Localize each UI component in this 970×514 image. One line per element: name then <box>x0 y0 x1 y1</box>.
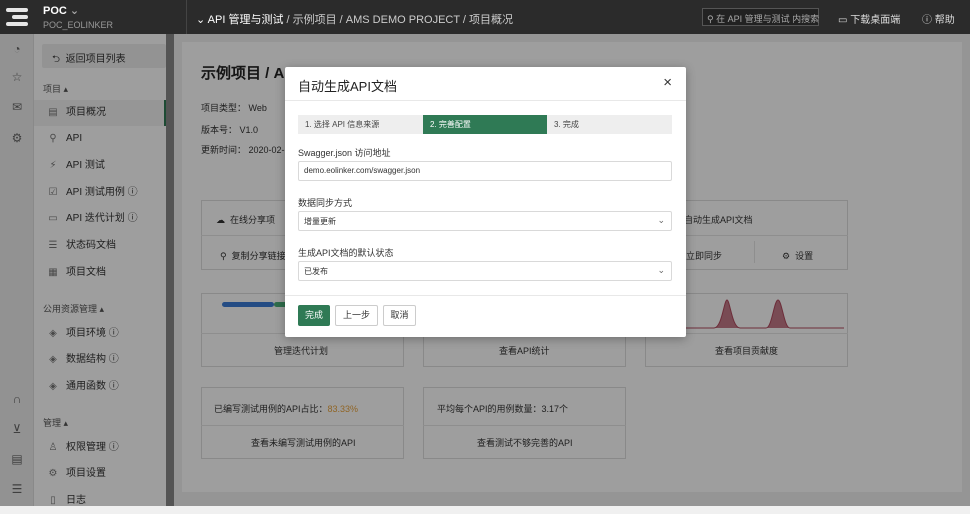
search-input[interactable]: ⚲ 在 API 管理与测试 内搜索 <box>702 8 819 26</box>
default-status-value: 已发布 <box>304 267 328 276</box>
prev-step-button[interactable]: 上一步 <box>335 305 378 326</box>
divider <box>285 100 686 101</box>
chevron-down-icon: ⌄ <box>69 5 80 17</box>
logo-icon <box>6 8 28 26</box>
nav-module-menu[interactable]: ⌄ API 管理与测试 <box>196 14 283 26</box>
breadcrumb: ⌄ API 管理与测试 / 示例项目 / AMS DEMO PROJECT / … <box>196 11 513 27</box>
help-link[interactable]: ⓘ 帮助 <box>922 11 955 26</box>
search-icon: ⚲ <box>707 14 714 24</box>
search-placeholder: 在 API 管理与测试 内搜索 <box>716 14 820 24</box>
project-sub: POC_EOLINKER <box>43 20 114 30</box>
step-1: 1. 选择 API 信息来源 <box>305 120 380 129</box>
swagger-url-value: demo.eolinker.com/swagger.json <box>304 166 421 175</box>
step-2: 2. 完善配置 <box>423 115 547 134</box>
default-status-select[interactable]: 已发布 ⌄ <box>298 261 672 281</box>
download-desktop-link[interactable]: ▭ 下载桌面端 <box>838 11 900 26</box>
cancel-button[interactable]: 取消 <box>383 305 416 326</box>
sync-mode-value: 增量更新 <box>304 217 336 226</box>
done-button[interactable]: 完成 <box>298 305 330 326</box>
monitor-icon: ▭ <box>838 15 848 26</box>
sync-mode-label: 数据同步方式 <box>298 198 353 208</box>
breadcrumb-path: / 示例项目 / AMS DEMO PROJECT / 项目概况 <box>283 14 514 26</box>
help-icon: ⓘ <box>922 15 932 26</box>
swagger-url-label: Swagger.json 访问地址 <box>298 148 391 158</box>
step-3: 3. 完成 <box>554 120 579 129</box>
chevron-down-icon: ⌄ <box>657 215 665 225</box>
divider <box>186 0 187 34</box>
download-label: 下载桌面端 <box>850 15 901 26</box>
swagger-url-input[interactable]: demo.eolinker.com/swagger.json <box>298 161 672 181</box>
auto-generate-doc-dialog: 自动生成API文档 × 1. 选择 API 信息来源 2. 完善配置 3. 完成… <box>285 67 686 337</box>
top-bar: POC ⌄ POC_EOLINKER ⌄ API 管理与测试 / 示例项目 / … <box>0 0 970 34</box>
dialog-title: 自动生成API文档 <box>298 79 397 94</box>
sync-mode-select[interactable]: 增量更新 ⌄ <box>298 211 672 231</box>
step-indicator: 1. 选择 API 信息来源 2. 完善配置 3. 完成 <box>298 115 672 134</box>
project-name: POC <box>43 5 67 17</box>
close-icon[interactable]: × <box>663 74 672 91</box>
default-status-label: 生成API文档的默认状态 <box>298 248 394 258</box>
project-switcher[interactable]: POC ⌄ POC_EOLINKER <box>43 4 113 32</box>
chevron-down-icon: ⌄ <box>657 265 665 275</box>
help-label: 帮助 <box>934 15 955 26</box>
divider <box>285 295 686 296</box>
